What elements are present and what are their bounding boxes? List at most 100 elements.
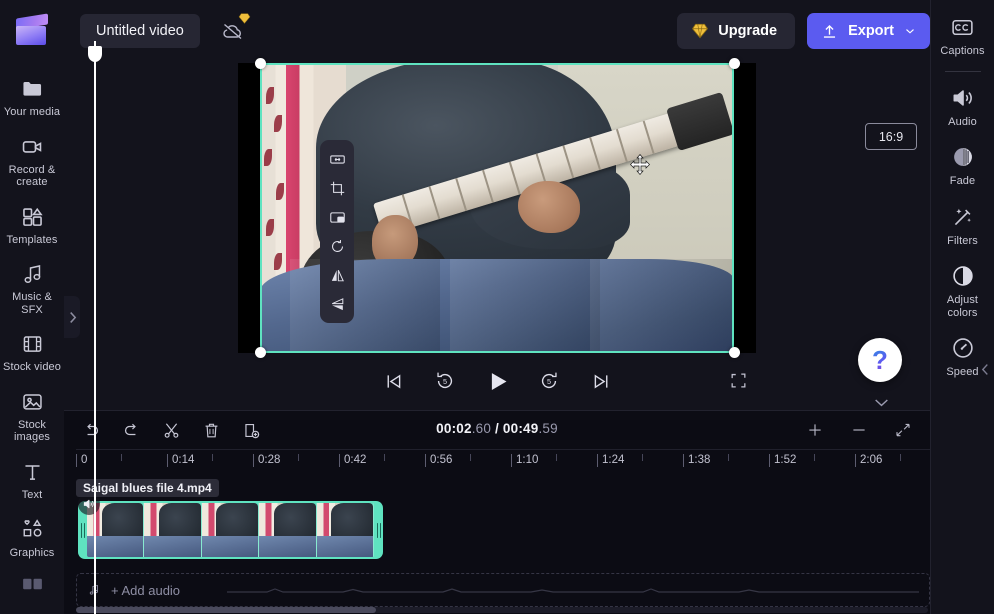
clip-trim-handle-right[interactable]	[374, 501, 383, 559]
timeline-scrollbar[interactable]	[76, 607, 928, 613]
aspect-ratio-button[interactable]: 16:9	[865, 123, 917, 150]
logo-clapper-body	[16, 26, 46, 45]
sidebar-item-label: Filters	[947, 235, 978, 248]
sidebar-item-adjust-colors[interactable]: Adjust colors	[931, 256, 994, 328]
top-bar-actions: Upgrade Export	[677, 13, 930, 49]
clip-name-label: Saigal blues file 4.mp4	[76, 479, 219, 497]
sidebar-item-audio[interactable]: Audio	[931, 78, 994, 138]
play-button[interactable]	[482, 366, 512, 396]
zoom-in-button[interactable]	[800, 415, 830, 445]
skip-to-end-button[interactable]	[586, 366, 616, 396]
sidebar-item-fade[interactable]: Fade	[931, 137, 994, 197]
transitions-icon	[20, 575, 45, 593]
top-bar: Untitled video Upgrade	[0, 0, 994, 62]
timeline-tracks: Saigal blues file 4.mp4	[64, 475, 930, 614]
audio-waveform-placeholder	[227, 588, 927, 596]
timeline-toolbar: 00:02.60 / 00:49.59	[64, 411, 930, 449]
left-sidebar: Your media Record & create Templates	[0, 62, 64, 614]
right-panel-collapse-button[interactable]	[978, 352, 992, 386]
sidebar-item-graphics[interactable]: Graphics	[0, 510, 64, 568]
flip-vertical-tool[interactable]	[323, 291, 351, 317]
sidebar-item-templates[interactable]: Templates	[0, 198, 64, 256]
svg-text:5: 5	[443, 377, 447, 386]
ruler-label: 0:42	[344, 454, 366, 466]
sync-status[interactable]	[216, 14, 250, 48]
sidebar-item-stock-video[interactable]: Stock video	[0, 325, 64, 383]
video-clip[interactable]	[78, 501, 383, 559]
aspect-ratio-label: 16:9	[879, 130, 903, 144]
forward-5-seconds-button[interactable]: 5	[534, 366, 564, 396]
skip-to-start-icon	[383, 371, 404, 392]
right-sidebar: Captions Audio Fade	[930, 0, 994, 614]
fullscreen-icon	[729, 371, 748, 390]
zoom-out-button[interactable]	[844, 415, 874, 445]
crop-tool[interactable]	[323, 175, 351, 201]
rotate-tool[interactable]	[323, 233, 351, 259]
timecode-separator: /	[491, 421, 503, 436]
fullscreen-button[interactable]	[724, 366, 752, 394]
picture-in-picture-tool[interactable]	[323, 204, 351, 230]
sidebar-item-music-sfx[interactable]: Music & SFX	[0, 255, 64, 325]
play-icon	[484, 368, 511, 395]
ruler-label: 0:14	[172, 454, 194, 466]
clip-thumbnail	[259, 503, 316, 557]
selection-handle-bottom-right[interactable]	[729, 347, 740, 358]
flip-vertical-icon	[329, 296, 346, 313]
fit-timeline-button[interactable]	[888, 415, 918, 445]
ruler-label: 2:06	[860, 454, 882, 466]
clip-thumbnail	[317, 503, 374, 557]
sidebar-item-text[interactable]: Text	[0, 453, 64, 511]
selection-handle-top-left[interactable]	[255, 58, 266, 69]
rail-divider	[945, 71, 981, 72]
timeline-scrollbar-thumb[interactable]	[76, 607, 376, 613]
shapes-icon	[20, 517, 45, 541]
chevron-right-icon	[68, 311, 77, 324]
project-title-input[interactable]: Untitled video	[80, 14, 200, 48]
ruler-label: 1:10	[516, 454, 538, 466]
magic-wand-icon	[950, 204, 976, 230]
sidebar-expand-button[interactable]	[64, 296, 80, 338]
rewind-5-seconds-button[interactable]: 5	[430, 366, 460, 396]
timeline-ruler[interactable]: 0 0:14 0:28 0:42 0:56 1:10 1:24 1:38 1:5…	[76, 449, 930, 475]
move-four-arrows-cursor	[628, 153, 652, 177]
sidebar-item-your-media[interactable]: Your media	[0, 70, 64, 128]
sidebar-item-label: Music & SFX	[2, 291, 62, 316]
video-camera-icon	[20, 135, 45, 159]
video-stage[interactable]	[238, 63, 756, 353]
upgrade-button[interactable]: Upgrade	[677, 13, 795, 49]
sidebar-item-stock-images[interactable]: Stock images	[0, 383, 64, 453]
sidebar-item-label: Stock images	[2, 419, 62, 444]
templates-grid-icon	[20, 205, 45, 229]
skip-to-start-button[interactable]	[378, 366, 408, 396]
half-circle-contrast-icon	[950, 263, 976, 289]
ruler-label: 1:38	[688, 454, 710, 466]
clipchamp-editor-window: Untitled video Upgrade	[0, 0, 994, 614]
add-audio-track[interactable]: + Add audio	[76, 573, 930, 607]
sidebar-item-captions[interactable]: Captions	[931, 8, 994, 67]
plus-zoom-in-icon	[806, 421, 824, 439]
clapperboard-logo[interactable]	[14, 16, 50, 46]
image-icon	[20, 390, 45, 414]
sidebar-item-transitions[interactable]	[0, 568, 64, 614]
minus-zoom-out-icon	[850, 421, 868, 439]
speaker-icon	[950, 85, 976, 111]
text-t-icon	[20, 460, 45, 484]
closed-captions-icon	[950, 15, 975, 40]
export-button[interactable]: Export	[807, 13, 930, 49]
sidebar-item-label: Templates	[6, 234, 57, 247]
total-time-fraction: .59	[538, 421, 557, 436]
current-time: 00:02	[436, 421, 472, 436]
selection-handle-top-right[interactable]	[729, 58, 740, 69]
fit-to-frame-tool[interactable]	[323, 146, 351, 172]
chevron-down-icon[interactable]	[903, 24, 917, 38]
selection-handle-bottom-left[interactable]	[255, 347, 266, 358]
timeline-zoom-controls	[800, 415, 918, 445]
fit-timeline-icon	[894, 421, 912, 439]
add-audio-label: + Add audio	[111, 583, 180, 598]
sidebar-item-filters[interactable]: Filters	[931, 197, 994, 257]
sidebar-item-record-create[interactable]: Record & create	[0, 128, 64, 198]
flip-horizontal-tool[interactable]	[323, 262, 351, 288]
export-label: Export	[848, 23, 894, 39]
ruler-label: 0:28	[258, 454, 280, 466]
fit-horizontal-icon	[329, 151, 346, 168]
